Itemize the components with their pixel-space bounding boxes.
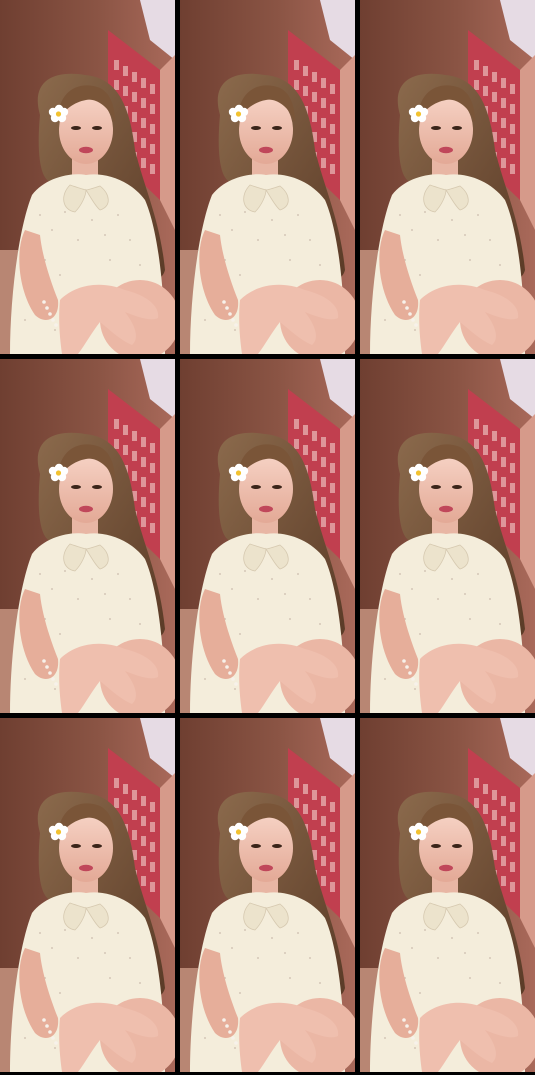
lips <box>439 864 453 872</box>
video-frame-tile <box>0 718 175 1072</box>
left-eye <box>251 485 261 489</box>
wall-edge <box>520 414 535 589</box>
video-frame-tile <box>180 718 355 1072</box>
wall-edge <box>160 414 175 589</box>
video-frame-tile <box>360 359 535 713</box>
video-frame-tile <box>0 359 175 713</box>
video-frame-tile <box>180 359 355 713</box>
portrait-frame-image <box>360 0 535 354</box>
portrait-frame-image <box>180 0 355 354</box>
video-frame-tile <box>180 0 355 354</box>
portrait-frame-image <box>0 718 175 1072</box>
lips <box>79 505 93 513</box>
lips <box>259 146 273 154</box>
right-eye <box>452 844 462 848</box>
right-eye <box>272 126 282 130</box>
lips <box>439 146 453 154</box>
lips <box>79 864 93 872</box>
portrait-frame-image <box>180 359 355 713</box>
left-eye <box>251 126 261 130</box>
left-eye <box>251 844 261 848</box>
wall-edge <box>340 55 355 230</box>
wall-edge <box>520 55 535 230</box>
right-eye <box>92 485 102 489</box>
video-frame-tile <box>360 718 535 1072</box>
wall-edge <box>160 773 175 948</box>
right-eye <box>452 485 462 489</box>
portrait-frame-image <box>360 359 535 713</box>
left-eye <box>71 844 81 848</box>
left-eye <box>71 485 81 489</box>
right-eye <box>272 485 282 489</box>
wall-edge <box>340 414 355 589</box>
lips <box>259 864 273 872</box>
right-eye <box>452 126 462 130</box>
left-eye <box>431 844 441 848</box>
wall-edge <box>340 773 355 948</box>
portrait-frame-image <box>360 718 535 1072</box>
lips <box>79 146 93 154</box>
left-eye <box>431 126 441 130</box>
right-eye <box>272 844 282 848</box>
frame-grid <box>0 0 535 1075</box>
lips <box>259 505 273 513</box>
video-frame-tile <box>0 0 175 354</box>
wall-edge <box>520 773 535 948</box>
left-eye <box>431 485 441 489</box>
video-frame-tile <box>360 0 535 354</box>
right-eye <box>92 844 102 848</box>
portrait-frame-image <box>0 359 175 713</box>
wall-edge <box>160 55 175 230</box>
lips <box>439 505 453 513</box>
right-eye <box>92 126 102 130</box>
portrait-frame-image <box>0 0 175 354</box>
portrait-frame-image <box>180 718 355 1072</box>
left-eye <box>71 126 81 130</box>
